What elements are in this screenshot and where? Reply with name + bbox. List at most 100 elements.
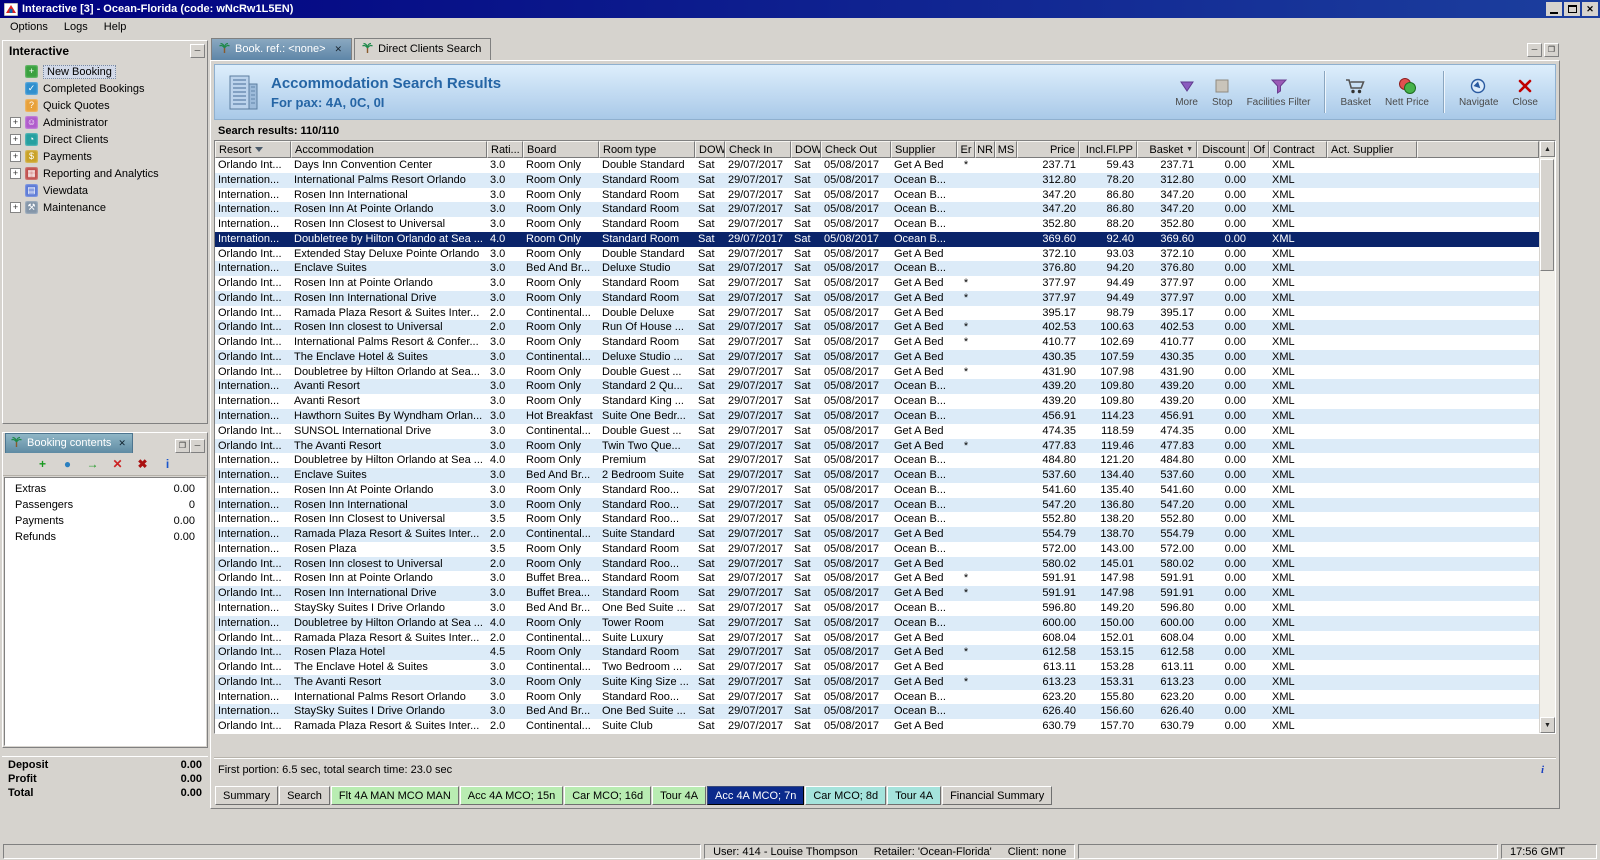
close-button[interactable]: Close xyxy=(1505,77,1545,108)
menu-logs[interactable]: Logs xyxy=(56,19,96,35)
column-header-room-type[interactable]: Room type xyxy=(599,141,695,158)
table-row[interactable]: Internation...Rosen Inn At Pointe Orland… xyxy=(215,483,1539,498)
itinerary-tab-summary[interactable]: Summary xyxy=(215,786,278,805)
column-header-discount[interactable]: Discount xyxy=(1197,141,1249,158)
sidebar-item-direct-clients[interactable]: +◔Direct Clients xyxy=(3,131,207,148)
facilities-filter-button[interactable]: Facilities Filter xyxy=(1240,77,1318,108)
tab-direct-clients-search[interactable]: Direct Clients Search xyxy=(354,38,491,60)
sidebar-item-viewdata[interactable]: ▤Viewdata xyxy=(3,182,207,199)
delete-icon[interactable]: ✖ xyxy=(136,457,150,471)
add-icon[interactable]: + xyxy=(36,457,50,471)
nett-price-button[interactable]: Nett Price xyxy=(1378,77,1436,108)
column-header-check-out[interactable]: Check Out xyxy=(821,141,891,158)
table-row[interactable]: Orlando Int...Rosen Inn International Dr… xyxy=(215,586,1539,601)
expand-icon[interactable]: + xyxy=(10,168,21,179)
booking-minimize-button[interactable]: ─ xyxy=(190,439,205,453)
table-row[interactable]: Orlando Int...Rosen Plaza Hotel4.5Room O… xyxy=(215,645,1539,660)
remove-icon[interactable]: ✕ xyxy=(111,457,125,471)
close-window-button[interactable]: ✕ xyxy=(1582,2,1598,16)
pane-restore-button[interactable]: ❐ xyxy=(1544,43,1559,57)
column-header-check-in[interactable]: Check In xyxy=(725,141,791,158)
scroll-up-button[interactable]: ▲ xyxy=(1540,141,1555,157)
column-header-resort[interactable]: Resort xyxy=(215,141,291,158)
itinerary-tab-acc-4a-mco-7n[interactable]: Acc 4A MCO; 7n xyxy=(707,786,804,805)
pane-minimize-button[interactable]: ─ xyxy=(1527,43,1542,57)
booking-restore-button[interactable]: ❐ xyxy=(175,439,190,453)
column-header-ms[interactable]: MS xyxy=(995,141,1017,158)
table-row[interactable]: Internation...Doubletree by Hilton Orlan… xyxy=(215,232,1539,247)
table-row[interactable]: Orlando Int...The Avanti Resort3.0Room O… xyxy=(215,675,1539,690)
table-row[interactable]: Internation...Ramada Plaza Resort & Suit… xyxy=(215,527,1539,542)
column-header-of[interactable]: Of xyxy=(1249,141,1269,158)
column-header-basket[interactable]: Basket▼ xyxy=(1137,141,1197,158)
booking-contents-row[interactable]: Payments0.00 xyxy=(5,515,205,531)
info-button[interactable]: i xyxy=(1533,760,1552,779)
column-header-dow[interactable]: DOW xyxy=(695,141,725,158)
sidebar-item-reporting-and-analytics[interactable]: +▦Reporting and Analytics xyxy=(3,165,207,182)
menu-options[interactable]: Options xyxy=(2,19,56,35)
table-row[interactable]: Orlando Int...The Avanti Resort3.0Room O… xyxy=(215,439,1539,454)
booking-contents-close-icon[interactable]: ✕ xyxy=(118,438,126,449)
info-icon[interactable]: i xyxy=(161,457,175,471)
booking-contents-tab[interactable]: Booking contents ✕ xyxy=(5,433,133,453)
itinerary-tab-financial-summary[interactable]: Financial Summary xyxy=(942,786,1052,805)
column-header-board[interactable]: Board xyxy=(523,141,599,158)
table-row[interactable]: Internation...Hawthorn Suites By Wyndham… xyxy=(215,409,1539,424)
table-row[interactable]: Orlando Int...Rosen Inn International Dr… xyxy=(215,291,1539,306)
sidebar-item-payments[interactable]: +$Payments xyxy=(3,148,207,165)
itinerary-tab-tour-4a[interactable]: Tour 4A xyxy=(887,786,941,805)
column-header-accommodation[interactable]: Accommodation xyxy=(291,141,487,158)
table-row[interactable]: Internation...StaySky Suites I Drive Orl… xyxy=(215,601,1539,616)
table-row[interactable]: Orlando Int...The Enclave Hotel & Suites… xyxy=(215,350,1539,365)
scrollbar-thumb[interactable] xyxy=(1540,159,1554,271)
column-header-incl-fl-pp[interactable]: Incl.Fl.PP xyxy=(1079,141,1137,158)
table-row[interactable]: Orlando Int...Rosen Inn closest to Unive… xyxy=(215,557,1539,572)
sidebar-item-completed-bookings[interactable]: ✓Completed Bookings xyxy=(3,80,207,97)
table-row[interactable]: Internation...Enclave Suites3.0Bed And B… xyxy=(215,261,1539,276)
transfer-icon[interactable]: → xyxy=(86,457,100,471)
table-row[interactable]: Orlando Int...Days Inn Convention Center… xyxy=(215,158,1539,173)
navigate-button[interactable]: Navigate xyxy=(1452,77,1505,108)
table-row[interactable]: Internation...International Palms Resort… xyxy=(215,690,1539,705)
itinerary-tab-search[interactable]: Search xyxy=(279,786,330,805)
table-row[interactable]: Internation...Rosen Inn Closest to Unive… xyxy=(215,217,1539,232)
stop-button[interactable]: Stop xyxy=(1205,77,1240,108)
column-header-er[interactable]: Er xyxy=(957,141,975,158)
table-row[interactable]: Orlando Int...Ramada Plaza Resort & Suit… xyxy=(215,306,1539,321)
sidebar-item-new-booking[interactable]: +New Booking xyxy=(3,63,207,80)
expand-icon[interactable]: + xyxy=(10,202,21,213)
table-row[interactable]: Orlando Int...International Palms Resort… xyxy=(215,335,1539,350)
booking-contents-row[interactable]: Extras0.00 xyxy=(5,483,205,499)
expand-icon[interactable]: + xyxy=(10,117,21,128)
minimize-button[interactable] xyxy=(1546,2,1562,16)
table-row[interactable]: Internation...Doubletree by Hilton Orlan… xyxy=(215,616,1539,631)
itinerary-tab-car-mco-16d[interactable]: Car MCO; 16d xyxy=(564,786,651,805)
basket-button[interactable]: Basket xyxy=(1333,77,1378,108)
collapse-panel-button[interactable]: ─ xyxy=(190,44,205,58)
column-header-contract[interactable]: Contract xyxy=(1269,141,1327,158)
column-header-supplier[interactable]: Supplier xyxy=(891,141,957,158)
table-row[interactable]: Internation...Rosen Inn International3.0… xyxy=(215,188,1539,203)
table-row[interactable]: Internation...StaySky Suites I Drive Orl… xyxy=(215,704,1539,719)
table-row[interactable]: Orlando Int...Ramada Plaza Resort & Suit… xyxy=(215,719,1539,733)
table-row[interactable]: Internation...Rosen Inn International3.0… xyxy=(215,498,1539,513)
sidebar-item-quick-quotes[interactable]: ?Quick Quotes xyxy=(3,97,207,114)
table-row[interactable]: Internation...Enclave Suites3.0Bed And B… xyxy=(215,468,1539,483)
column-header-act-supplier[interactable]: Act. Supplier xyxy=(1327,141,1417,158)
tab-book-ref-none[interactable]: Book. ref.: <none>✕ xyxy=(211,38,352,60)
vertical-scrollbar[interactable]: ▲ ▼ xyxy=(1539,141,1555,733)
column-header-rati[interactable]: Rati... xyxy=(487,141,523,158)
itinerary-tab-acc-4a-mco-15n[interactable]: Acc 4A MCO; 15n xyxy=(460,786,563,805)
column-header-price[interactable]: Price xyxy=(1017,141,1079,158)
more-button[interactable]: More xyxy=(1168,77,1205,108)
expand-icon[interactable]: + xyxy=(10,151,21,162)
itinerary-tab-car-mco-8d[interactable]: Car MCO; 8d xyxy=(805,786,886,805)
scrollbar-track[interactable] xyxy=(1540,157,1555,717)
globe-icon[interactable]: ● xyxy=(61,457,75,471)
table-row[interactable]: Internation...International Palms Resort… xyxy=(215,173,1539,188)
table-row[interactable]: Orlando Int...Ramada Plaza Resort & Suit… xyxy=(215,631,1539,646)
table-row[interactable]: Internation...Rosen Inn Closest to Unive… xyxy=(215,512,1539,527)
expand-icon[interactable]: + xyxy=(10,134,21,145)
column-header-dow[interactable]: DOW xyxy=(791,141,821,158)
booking-contents-row[interactable]: Refunds0.00 xyxy=(5,531,205,547)
